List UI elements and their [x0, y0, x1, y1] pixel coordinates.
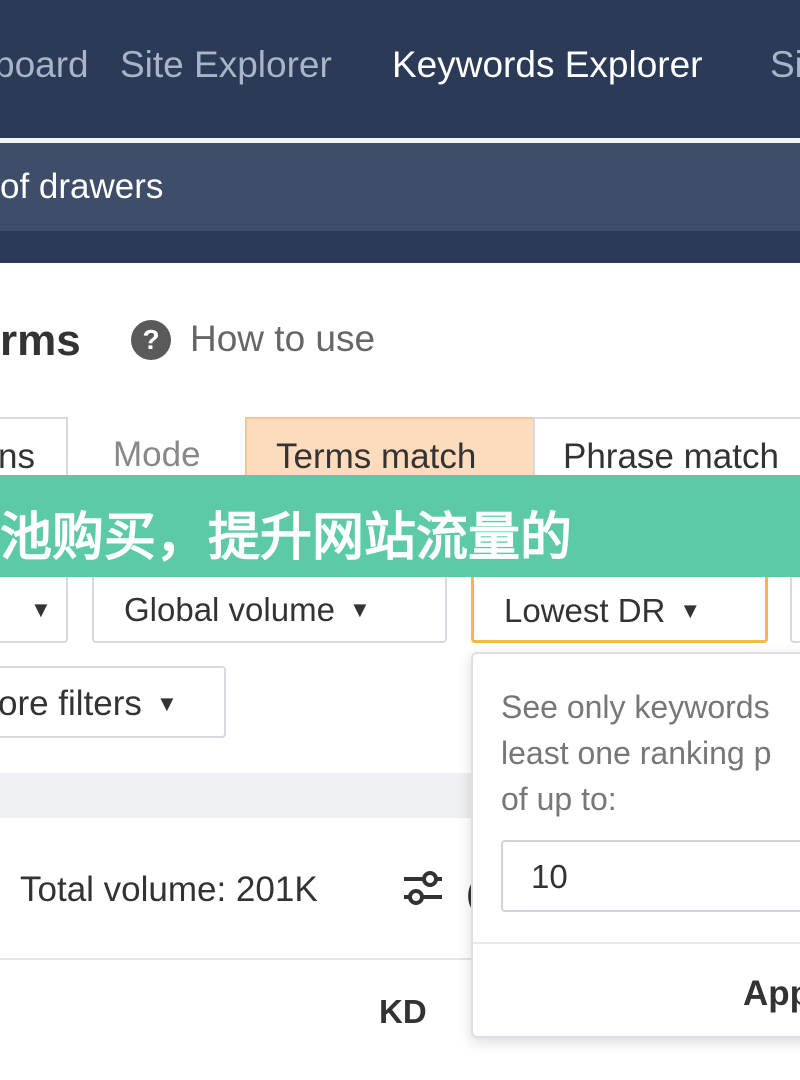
lowest-dr-input-value: 10	[531, 858, 568, 895]
caret-down-icon: ▼	[679, 598, 702, 623]
nav-item-next[interactable]: Si	[770, 44, 800, 86]
terms-match-label: Terms match	[276, 437, 477, 476]
phrase-match-label: Phrase match	[563, 437, 779, 476]
sliders-icon[interactable]	[402, 870, 444, 906]
popover-line: least one ranking p	[501, 735, 772, 771]
lowest-dr-dropdown[interactable]: Lowest DR ▼	[471, 573, 768, 643]
global-volume-label: Global volume	[124, 591, 335, 628]
question-circle-icon[interactable]: ?	[131, 320, 171, 360]
more-filters-label: ore filters	[0, 684, 142, 723]
how-to-use-link[interactable]: How to use	[190, 318, 375, 360]
popover-description: See only keywords least one ranking p of…	[501, 684, 800, 822]
keyword-search-bar[interactable]: of drawers	[0, 143, 800, 231]
page-title: rms	[0, 316, 81, 365]
caret-down-icon: ▼	[155, 691, 178, 716]
filter-dropdown-first[interactable]: ▼	[0, 573, 68, 643]
more-filters-button[interactable]: ore filters ▼	[0, 666, 226, 738]
lowest-dr-popover: See only keywords least one ranking p of…	[471, 652, 800, 1038]
total-volume: Total volume: 201K	[20, 870, 318, 909]
banner-text: 池购买，提升网站流量的	[0, 509, 573, 567]
popover-line: See only keywords	[501, 689, 770, 725]
tab-terms-label: ns	[0, 437, 35, 476]
search-input-value[interactable]: of drawers	[0, 167, 163, 207]
mode-label: Mode	[113, 435, 201, 474]
column-header-kd[interactable]: KD	[379, 993, 427, 1031]
popover-line: of up to:	[501, 781, 617, 817]
filter-dropdown-next[interactable]	[790, 573, 800, 643]
nav-item-site-explorer[interactable]: Site Explorer	[120, 44, 332, 86]
top-navigation: board Site Explorer Keywords Explorer Si	[0, 0, 800, 138]
apply-button[interactable]: App	[743, 974, 800, 1014]
popover-divider	[473, 942, 800, 944]
lowest-dr-input[interactable]: 10	[501, 840, 800, 912]
nav-item-dashboard[interactable]: board	[0, 44, 89, 86]
overlay-banner: 池购买，提升网站流量的	[0, 475, 800, 577]
caret-down-icon: ▼	[348, 597, 371, 622]
global-volume-dropdown[interactable]: Global volume ▼	[92, 573, 447, 643]
lowest-dr-label: Lowest DR	[504, 592, 666, 629]
caret-down-icon: ▼	[30, 597, 52, 622]
nav-item-keywords-explorer[interactable]: Keywords Explorer	[392, 44, 703, 86]
header-bottom-strip	[0, 231, 800, 263]
